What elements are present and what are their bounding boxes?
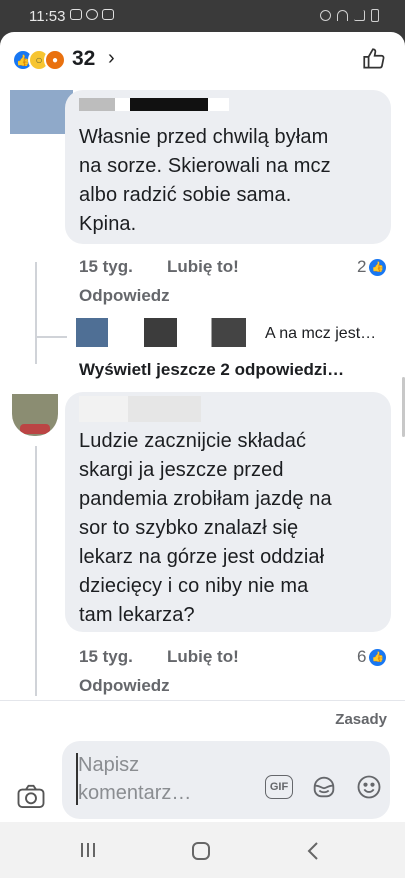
sticker-icon[interactable]: [310, 773, 338, 801]
recent-apps-icon[interactable]: [78, 840, 98, 860]
author-name-redacted[interactable]: [79, 98, 229, 111]
like-button[interactable]: Lubię to!: [167, 257, 239, 277]
avatar[interactable]: [12, 394, 58, 436]
like-reaction-icon: 👍: [369, 648, 387, 666]
avatar[interactable]: [10, 90, 73, 134]
youtube-icon: [102, 9, 114, 20]
comment-time: 15 tyg.: [79, 647, 133, 666]
status-time: 11:53: [29, 8, 66, 25]
like-post-icon[interactable]: [361, 46, 387, 72]
comment-time: 15 tyg.: [79, 257, 133, 276]
reply-button[interactable]: Odpowiedz: [79, 286, 170, 306]
reply-connector: [35, 336, 67, 338]
comments-sheet: 👍 ○ ● 32 › Własnie przed chwilą byłam na…: [0, 32, 405, 822]
comment-bubble: Ludzie zacznijcie składać skargi ja jesz…: [65, 392, 391, 632]
comment-input[interactable]: Napisz komentarz… GIF: [62, 741, 390, 819]
like-button[interactable]: Lubię to!: [167, 647, 239, 667]
camera-icon[interactable]: [16, 782, 46, 812]
signal-icon: [354, 10, 365, 21]
rules-link[interactable]: Zasady: [335, 711, 387, 728]
like-reaction-icon: 👍: [369, 258, 387, 276]
reply-preview-text[interactable]: A na mcz jest…: [265, 325, 376, 343]
divider: [0, 700, 405, 701]
reply-button[interactable]: Odpowiedz: [79, 676, 170, 696]
reaction-count[interactable]: 32: [72, 47, 95, 71]
chevron-right-icon[interactable]: ›: [108, 47, 115, 70]
wifi-icon: [337, 10, 348, 21]
messenger-icon: [86, 9, 98, 20]
comment-text: Własnie przed chwilą byłam na sorze. Ski…: [79, 126, 331, 235]
gallery-icon: [70, 9, 82, 20]
system-nav-bar: [0, 822, 405, 878]
reply-avatar[interactable]: [76, 318, 109, 347]
angry-reaction-icon: ●: [44, 49, 66, 71]
emoji-icon[interactable]: [355, 773, 383, 801]
status-bar: 11:53: [0, 0, 405, 32]
back-icon[interactable]: [305, 840, 321, 862]
alarm-icon: [320, 10, 331, 21]
reaction-icons: 👍 ○ ●: [12, 49, 66, 71]
comment-text: Ludzie zacznijcie składać skargi ja jesz…: [79, 430, 332, 626]
comment-placeholder: Napisz komentarz…: [78, 754, 192, 804]
reply-author-redacted[interactable]: [108, 318, 246, 347]
reactions-bar[interactable]: 👍 ○ ● 32 ›: [0, 32, 405, 87]
view-more-replies-link[interactable]: Wyświetl jeszcze 2 odpowiedzi…: [79, 360, 344, 380]
gif-label: GIF: [269, 781, 289, 793]
battery-icon: [371, 9, 379, 22]
like-count[interactable]: 6 👍: [357, 647, 387, 667]
system-icons: [320, 9, 379, 22]
author-name-redacted[interactable]: [79, 396, 201, 422]
thread-line: [35, 446, 37, 696]
gif-button[interactable]: GIF: [265, 775, 293, 799]
notification-icons: [70, 9, 114, 20]
home-icon[interactable]: [190, 840, 212, 862]
thread-line: [35, 262, 37, 364]
comment-bubble: Własnie przed chwilą byłam na sorze. Ski…: [65, 90, 391, 244]
like-count[interactable]: 2 👍: [357, 257, 387, 277]
